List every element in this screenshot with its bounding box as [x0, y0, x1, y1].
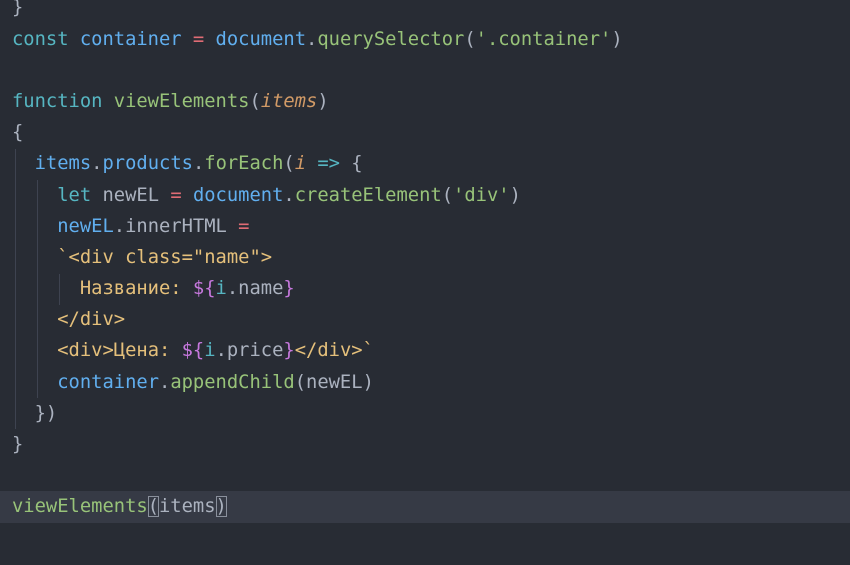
code-line[interactable]: const container = document.querySelector… [0, 24, 850, 55]
code-token: products [102, 153, 193, 175]
indent-guide [15, 149, 16, 429]
code-token: ( [147, 496, 159, 518]
code-token: newEL [102, 184, 171, 206]
code-line[interactable]: items.products.forEach(i => { [0, 148, 850, 179]
code-line[interactable]: } [0, 0, 850, 24]
code-token: let [57, 184, 103, 206]
code-token: </div> [57, 309, 126, 331]
code-token: . [113, 215, 126, 237]
code-line[interactable]: let newEL = document.createElement('div'… [0, 180, 850, 211]
indent-guide [37, 180, 38, 398]
code-token: ) [362, 371, 374, 393]
code-token: .price [215, 340, 284, 362]
code-token: }) [34, 402, 58, 424]
code-token: newEL [306, 371, 363, 393]
code-token: . [192, 153, 205, 175]
code-token: ) [509, 184, 521, 206]
code-token: i [215, 278, 227, 300]
code-line[interactable]: } [0, 429, 850, 460]
code-token: } [12, 0, 24, 19]
code-token: . [306, 28, 318, 50]
code-token: i [294, 153, 307, 175]
code-token: ( [464, 28, 476, 50]
code-token: document [192, 184, 284, 206]
code-line[interactable]: <div>Цена: ${i.price}</div>` [0, 335, 850, 366]
code-token: '.container' [475, 28, 612, 50]
code-token: i [204, 340, 216, 362]
code-line[interactable]: `<div class="name"> [0, 242, 850, 273]
code-token: ) [215, 496, 227, 518]
code-token: document [215, 28, 307, 50]
code-line[interactable]: function viewElements(items) [0, 86, 850, 117]
code-token: function [12, 90, 114, 112]
code-line[interactable]: </div> [0, 304, 850, 335]
code-line[interactable]: viewElements(items) [0, 491, 850, 523]
code-token: ${ [181, 340, 205, 362]
code-token: 'div' [453, 184, 510, 206]
code-token: <div>Цена: [57, 340, 182, 362]
code-token: ( [294, 371, 307, 393]
code-line[interactable] [0, 460, 850, 491]
code-token: innerHTML [125, 215, 239, 237]
indent-guide [59, 274, 60, 305]
code-line[interactable]: container.appendChild(newEL) [0, 367, 850, 398]
code-token: .name [226, 278, 284, 300]
code-token: } [12, 434, 24, 456]
code-token: { [12, 122, 24, 144]
code-token: } [283, 340, 295, 362]
code-line[interactable]: newEL.innerHTML = [0, 211, 850, 242]
code-token: => [306, 153, 352, 175]
code-token: = [238, 215, 250, 237]
code-token: container [79, 28, 193, 50]
code-token: items [159, 496, 216, 518]
code-token: </div>` [294, 340, 374, 362]
code-token: container [57, 371, 159, 393]
code-token: { [351, 153, 363, 175]
code-token: appendChild [170, 371, 295, 393]
code-line[interactable]: }) [0, 398, 850, 429]
code-token: viewElements [113, 90, 250, 112]
code-token: ) [317, 90, 329, 112]
code-token: `<div class="name"> [57, 246, 273, 268]
code-token: ) [611, 28, 623, 50]
code-token: = [170, 184, 193, 206]
code-token: const [12, 28, 80, 50]
code-token: viewElements [12, 496, 148, 518]
code-token: ( [249, 90, 261, 112]
code-token: Название: [79, 278, 193, 300]
code-token: forEach [204, 153, 284, 175]
code-token: ${ [192, 278, 216, 300]
code-token: items [260, 90, 318, 112]
code-line[interactable] [0, 55, 850, 86]
code-token: newEL [57, 215, 114, 237]
code-token: ( [441, 184, 454, 206]
code-line[interactable]: Название: ${i.name} [0, 273, 850, 304]
code-token: items [34, 153, 92, 175]
code-token: ( [283, 153, 295, 175]
code-token: = [192, 28, 216, 50]
code-token: . [159, 371, 171, 393]
code-token: querySelector [317, 28, 465, 50]
code-token: . [91, 153, 103, 175]
code-editor[interactable]: } const container = document.querySelecto… [0, 0, 850, 523]
code-line[interactable]: { [0, 117, 850, 148]
code-token: createElement [294, 184, 442, 206]
code-token: . [283, 184, 295, 206]
code-token: } [283, 278, 295, 300]
